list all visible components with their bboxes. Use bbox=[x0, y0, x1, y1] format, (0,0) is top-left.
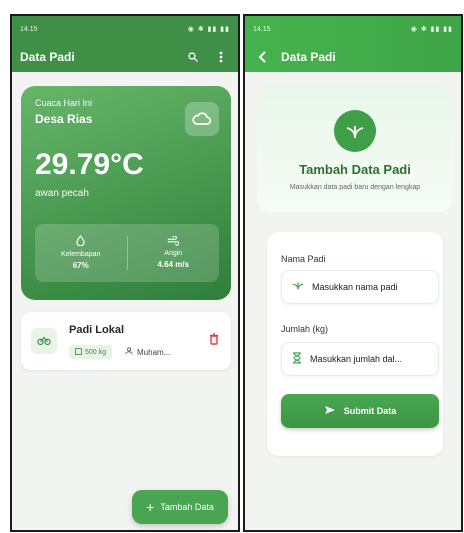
item-name: Padi Lokal bbox=[69, 324, 125, 336]
status-icons: ◉ ✱ ▮▮ ▮▮ bbox=[410, 26, 453, 33]
status-time: 14.15 bbox=[20, 25, 38, 33]
rice-plant-icon bbox=[334, 110, 376, 152]
more-options-icon[interactable] bbox=[212, 48, 230, 66]
humidity-label: Kelembapan bbox=[61, 250, 101, 258]
right-phone-screen: 14.15 ◉ ✱ ▮▮ ▮▮ Data Padi Tambah Data Pa… bbox=[243, 14, 463, 532]
app-bar: Data Padi bbox=[245, 42, 461, 72]
quantity-input[interactable]: Masukkan jumlah dal... bbox=[281, 342, 439, 376]
name-label: Nama Padi bbox=[281, 254, 326, 264]
weather-card: Cuaca Hari Ini Desa Rias 29.79°C awan pe… bbox=[21, 86, 231, 300]
app-title: Data Padi bbox=[20, 50, 75, 64]
humidity-stat: Kelembapan 67% bbox=[35, 235, 127, 271]
droplet-icon bbox=[35, 235, 127, 250]
hourglass-icon bbox=[292, 352, 302, 366]
rice-name-placeholder: Masukkan nama padi bbox=[312, 282, 398, 292]
status-time: 14.15 bbox=[253, 25, 271, 33]
search-icon[interactable] bbox=[184, 48, 202, 66]
left-top-bar: 14.15 ◉ ✱ ▮▮ ▮▮ Data Padi bbox=[12, 16, 238, 72]
screenshot-canvas: 14.15 ◉ ✱ ▮▮ ▮▮ Data Padi Cuaca Hari Ini… bbox=[0, 0, 464, 533]
app-bar: Data Padi bbox=[12, 42, 238, 72]
plant-icon bbox=[31, 328, 57, 354]
wind-stat: Angin 4.64 m/s bbox=[128, 234, 220, 271]
weather-stats: Kelembapan 67% Angin 4.64 m/s bbox=[35, 224, 219, 282]
status-bar: 14.15 ◉ ✱ ▮▮ ▮▮ bbox=[12, 16, 238, 42]
quantity-placeholder: Masukkan jumlah dal... bbox=[310, 354, 403, 364]
form-title: Tambah Data Padi bbox=[299, 162, 411, 177]
rice-list-item[interactable]: Padi Lokal 500 kg Muham... bbox=[21, 312, 231, 370]
humidity-value: 67% bbox=[72, 260, 89, 270]
delete-icon[interactable] bbox=[209, 332, 219, 350]
left-phone-screen: 14.15 ◉ ✱ ▮▮ ▮▮ Data Padi Cuaca Hari Ini… bbox=[10, 14, 240, 532]
person-icon bbox=[125, 347, 133, 357]
quantity-text: 500 kg bbox=[85, 348, 107, 356]
submit-button[interactable]: Submit Data bbox=[281, 394, 439, 428]
plus-icon: + bbox=[146, 499, 155, 515]
quantity-chip: 500 kg bbox=[69, 345, 113, 359]
cloud-icon bbox=[185, 102, 219, 136]
wind-icon bbox=[128, 234, 220, 250]
sprout-icon bbox=[292, 281, 304, 293]
app-title: Data Padi bbox=[281, 50, 336, 64]
send-icon bbox=[324, 405, 336, 417]
weather-description: awan pecah bbox=[35, 188, 89, 199]
weather-temperature: 29.79°C bbox=[35, 148, 144, 181]
owner-name: Muham... bbox=[137, 347, 171, 357]
rice-name-input[interactable]: Masukkan nama padi bbox=[281, 270, 439, 304]
form-header-card: Tambah Data Padi Masukkan data padi baru… bbox=[257, 86, 453, 212]
right-top-bar: 14.15 ◉ ✱ ▮▮ ▮▮ Data Padi bbox=[245, 16, 461, 72]
scale-icon bbox=[75, 347, 82, 357]
wind-value: 4.64 m/s bbox=[157, 260, 190, 270]
back-arrow-icon[interactable] bbox=[253, 48, 271, 66]
add-rice-form: Nama Padi Masukkan nama padi Jumlah (kg)… bbox=[267, 232, 443, 456]
quantity-label: Jumlah (kg) bbox=[281, 324, 329, 334]
submit-label: Submit Data bbox=[343, 406, 397, 416]
add-data-label: Tambah Data bbox=[160, 502, 214, 512]
add-data-button[interactable]: + Tambah Data bbox=[132, 490, 228, 524]
wind-label: Angin bbox=[164, 250, 183, 258]
owner-info: Muham... bbox=[125, 345, 170, 359]
status-icons: ◉ ✱ ▮▮ ▮▮ bbox=[187, 26, 230, 33]
form-subtitle: Masukkan data padi baru dengan lengkap bbox=[289, 184, 421, 191]
status-bar: 14.15 ◉ ✱ ▮▮ ▮▮ bbox=[245, 16, 461, 42]
